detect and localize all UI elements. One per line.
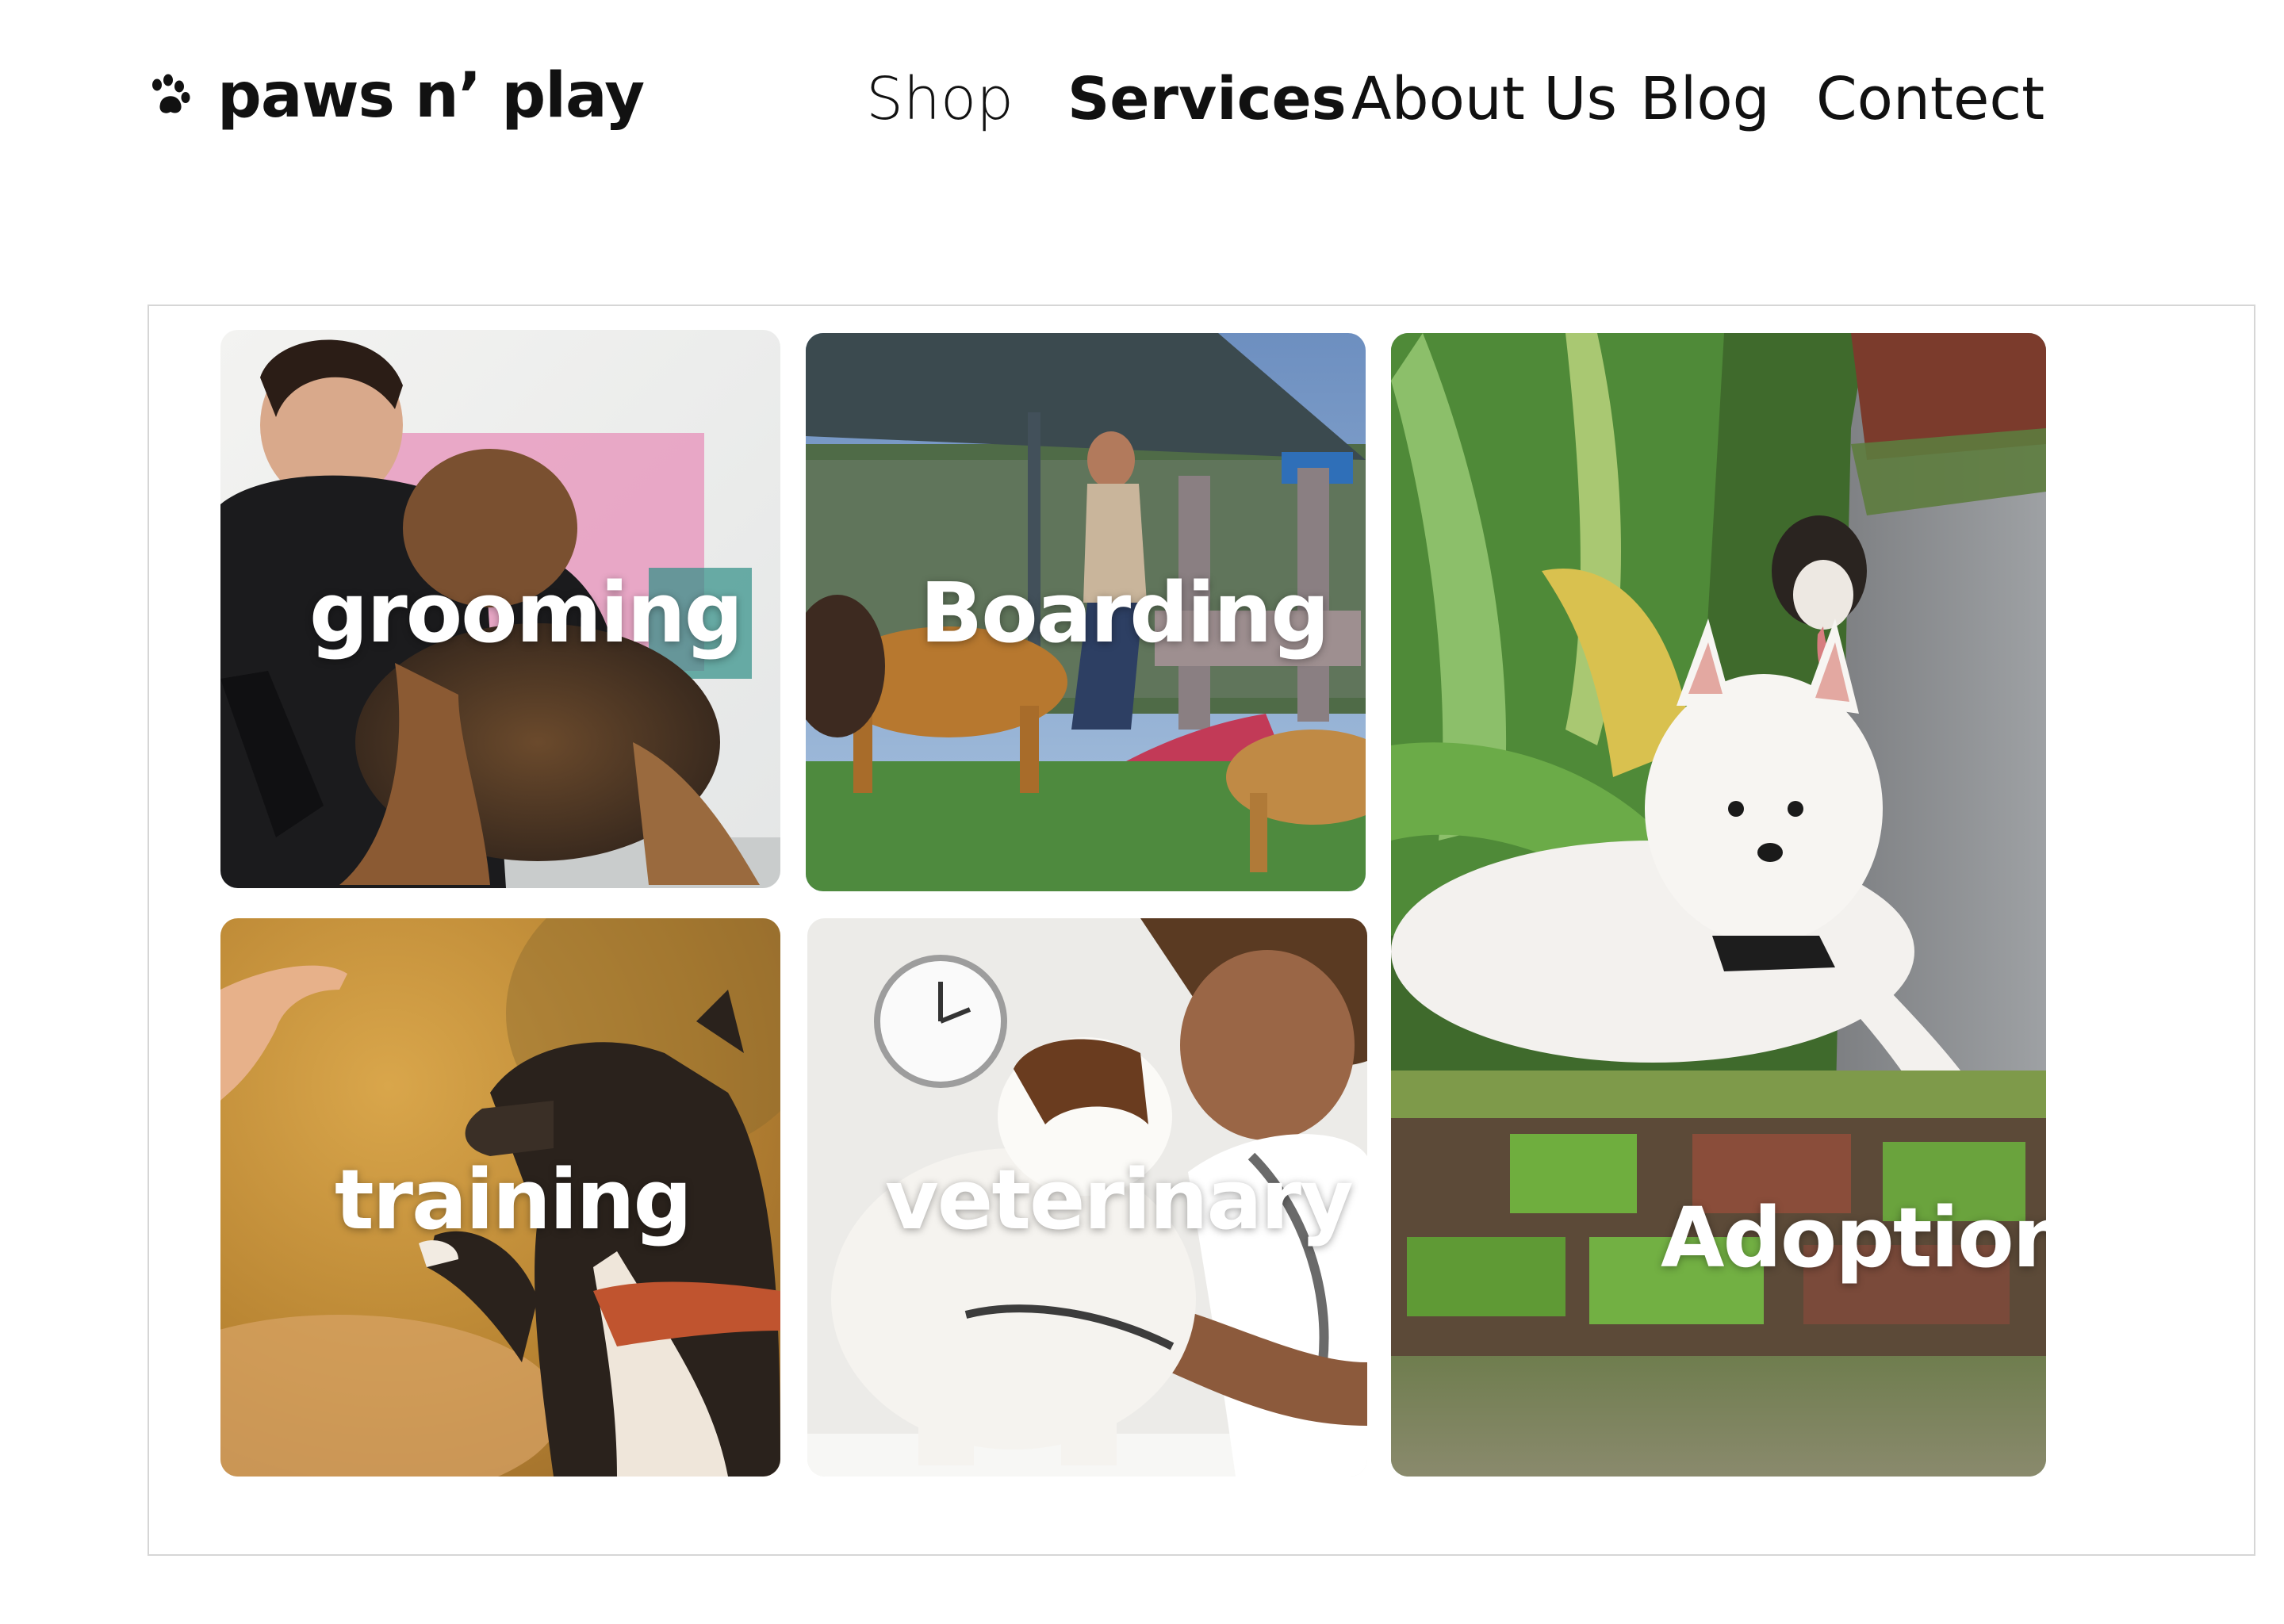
nav-services[interactable]: Services (1067, 56, 1347, 143)
brand-name: paws n’ play (217, 60, 645, 132)
nav-contect[interactable]: Contect (1816, 56, 2044, 143)
nav-shop[interactable]: Shop (866, 56, 1014, 143)
service-card-adoption[interactable]: Adoption (1391, 333, 2046, 1477)
adoption-photo (1391, 333, 2046, 1477)
service-card-training[interactable]: training (220, 918, 780, 1477)
service-card-grooming[interactable]: grooming (220, 330, 780, 888)
brand-logo[interactable]: paws n’ play (146, 52, 645, 140)
paw-icon (152, 74, 190, 113)
service-label-boarding: Boarding (920, 565, 1330, 661)
service-label-training: training (335, 1151, 692, 1248)
service-label-veterinary: veterinary (885, 1151, 1354, 1248)
service-label-grooming: grooming (309, 565, 743, 661)
nav-about-us[interactable]: About Us (1351, 56, 1617, 143)
nav-blog[interactable]: Blog (1640, 56, 1770, 143)
service-card-boarding[interactable]: Boarding (806, 333, 1366, 891)
service-card-veterinary[interactable]: veterinary (807, 918, 1367, 1477)
service-label-adoption: Adoption (1661, 1189, 2046, 1286)
